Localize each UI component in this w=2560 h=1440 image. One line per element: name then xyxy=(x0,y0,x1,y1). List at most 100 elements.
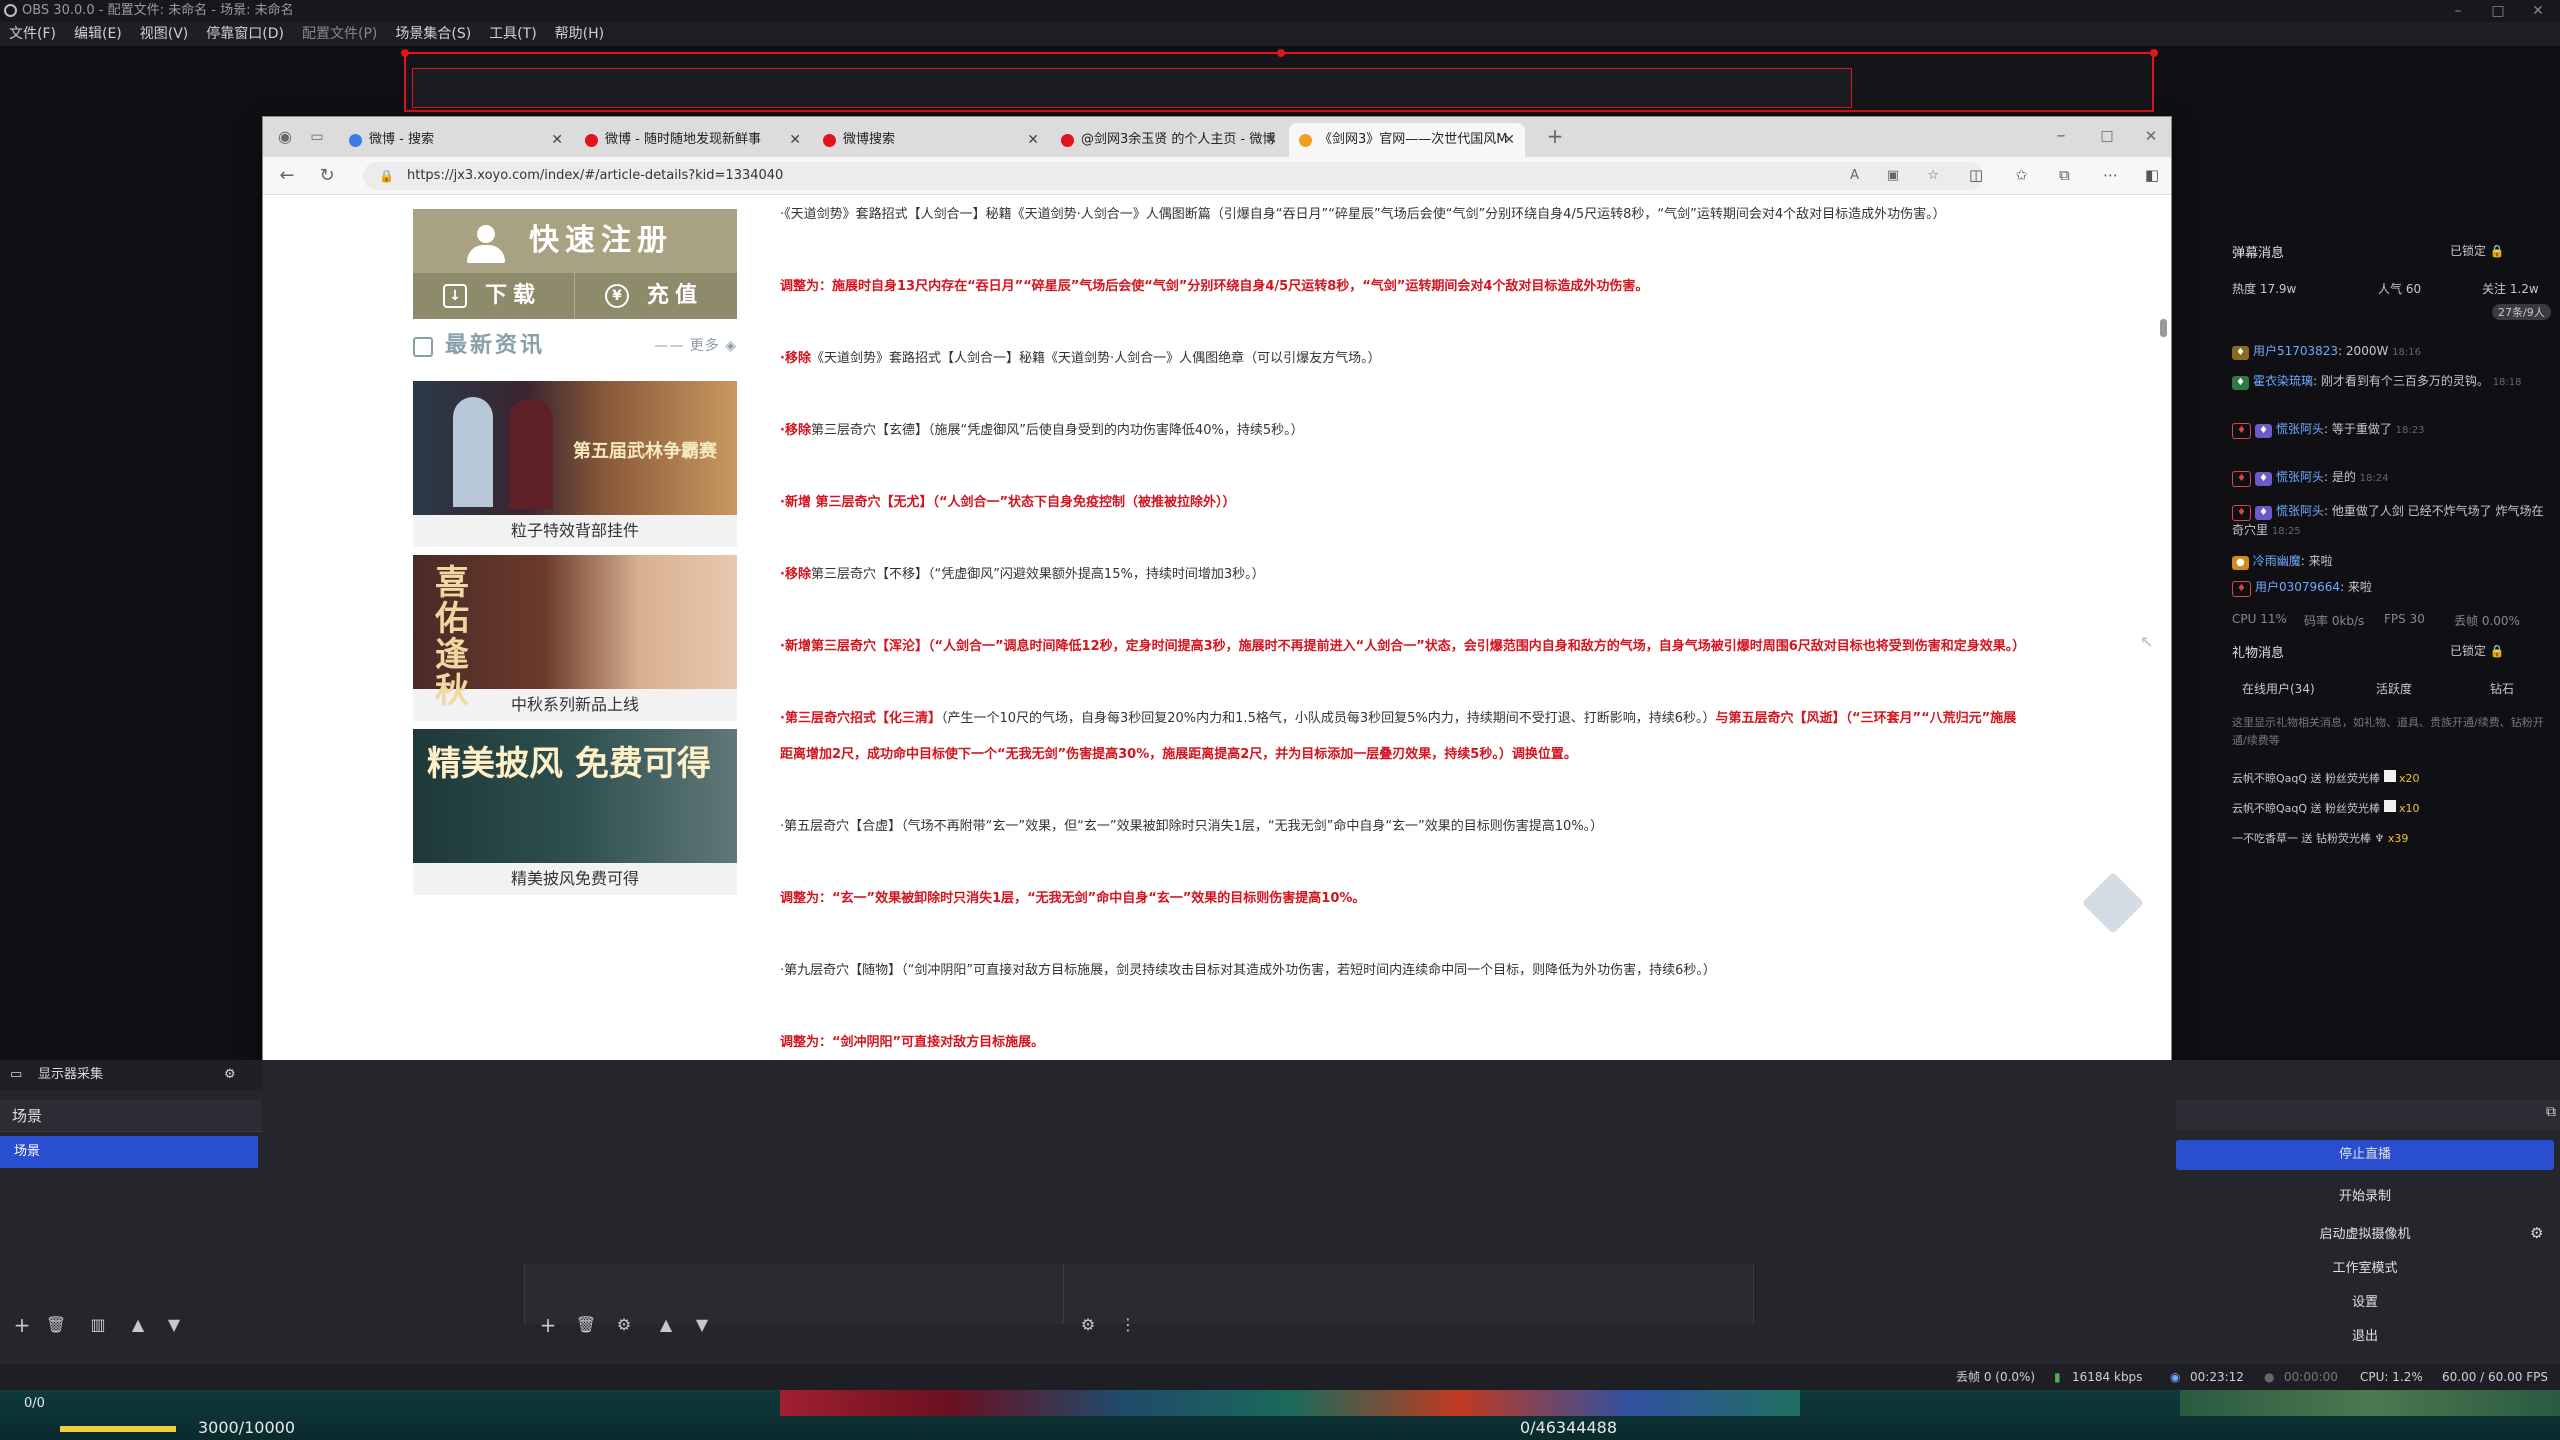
tab-jx3-official[interactable]: 《剑网3》官网——次世代国风M ✕ xyxy=(1289,123,1525,157)
nested-obs-window xyxy=(412,68,1852,108)
minimize-icon[interactable]: – xyxy=(2047,123,2075,149)
gift-lock-status[interactable]: 已锁定 🔒 xyxy=(2450,642,2505,659)
remove-source-icon[interactable]: 🗑 xyxy=(572,1312,600,1340)
collections-icon[interactable]: ⧉ xyxy=(2059,166,2070,184)
recharge-button[interactable]: ¥ 充值 xyxy=(575,273,737,319)
message-count: 27条/9人 xyxy=(2492,304,2551,320)
menu-help[interactable]: 帮助(H) xyxy=(546,22,613,46)
close-icon[interactable]: ✕ xyxy=(2137,123,2165,149)
maximize-icon[interactable]: □ xyxy=(2093,123,2121,149)
tab-activity[interactable]: 活跃度 xyxy=(2376,680,2412,697)
stat-drop: 丢帧 0.00% xyxy=(2454,614,2520,628)
virtual-camera-settings-icon[interactable]: ⚙ xyxy=(2530,1224,2543,1242)
lock-icon: 🔒 xyxy=(379,169,394,183)
back-icon[interactable]: ← xyxy=(273,163,301,189)
maximize-icon[interactable]: □ xyxy=(2478,0,2518,22)
skill-icons[interactable] xyxy=(780,1390,1800,1416)
exp-value: 0/46344488 xyxy=(1520,1418,1618,1437)
page-scrollbar[interactable] xyxy=(2160,319,2167,337)
sidebar-toggle-icon[interactable]: ◧ xyxy=(2145,166,2159,184)
record-time: 00:00:00 xyxy=(2284,1370,2338,1384)
scene-list-item[interactable]: 场景 xyxy=(0,1136,258,1168)
split-screen-icon[interactable]: ◫ xyxy=(1969,166,1983,184)
article-paragraph: ·第九层奇穴【随物】（“剑冲阴阳”可直接对敌方目标施展，剑灵持续攻击目标对其造成… xyxy=(780,963,1716,978)
close-tab-icon[interactable]: ✕ xyxy=(1027,123,1039,157)
menu-tools[interactable]: 工具(T) xyxy=(480,22,545,46)
monitor-icon: ▭ xyxy=(10,1067,23,1082)
chat-line: ● 冷雨幽魔: 来啦 xyxy=(2232,552,2333,570)
tab-online-users[interactable]: 在线用户(34) xyxy=(2242,680,2315,697)
close-tab-icon[interactable]: ✕ xyxy=(1503,123,1515,157)
chat-line: ♦ ♦ 慌张阿头: 是的 18:24 xyxy=(2232,468,2388,487)
mixer-menu-icon[interactable]: ⋮ xyxy=(1114,1312,1142,1340)
quick-register-button[interactable]: 快速注册 xyxy=(413,209,737,273)
menu-profile[interactable]: 配置文件(P) xyxy=(293,22,386,46)
exit-button[interactable]: 退出 xyxy=(2176,1322,2554,1352)
add-source-icon[interactable]: + xyxy=(534,1312,562,1340)
tab-weibo-search[interactable]: 微博 - 搜索 ✕ xyxy=(339,123,573,157)
tab-actions-icon[interactable]: ▭ xyxy=(303,124,331,150)
studio-mode-button[interactable]: 工作室模式 xyxy=(2176,1254,2554,1284)
download-button[interactable]: ↓ 下载 xyxy=(413,273,575,319)
source-up-icon[interactable]: ▲ xyxy=(652,1312,680,1340)
danmaku-lock-status[interactable]: 已锁定 🔒 xyxy=(2450,242,2505,259)
back-to-top-button[interactable] xyxy=(2081,871,2145,935)
weibo-icon xyxy=(823,134,836,147)
obs-window-title: OBS 30.0.0 - 配置文件: 未命名 - 场景: 未命名 xyxy=(22,3,294,18)
more-menu-icon[interactable]: ⋯ xyxy=(2103,166,2118,184)
source-down-icon[interactable]: ▼ xyxy=(688,1312,716,1340)
chat-line: ♦ ♦ 慌张阿头: 等于重做了 18:23 xyxy=(2232,420,2424,439)
recursive-preview-thumbnail xyxy=(404,52,2154,112)
tab-weibo-profile[interactable]: @剑网3余玉贤 的个人主页 - 微博 ✕ xyxy=(1051,123,1287,157)
menu-scene-collection[interactable]: 场景集合(S) xyxy=(386,22,480,46)
system-icons[interactable] xyxy=(2180,1390,2560,1416)
close-icon[interactable]: ✕ xyxy=(2518,0,2558,22)
settings-gear-icon[interactable]: ⚙ xyxy=(224,1060,236,1090)
remove-scene-icon[interactable]: 🗑 xyxy=(42,1312,70,1340)
move-up-icon[interactable]: ▲ xyxy=(124,1312,152,1340)
close-tab-icon[interactable]: ✕ xyxy=(551,123,563,157)
new-tab-icon[interactable]: + xyxy=(1541,123,1569,149)
favorite-star-icon[interactable]: ☆ xyxy=(1927,162,1939,190)
news-card[interactable]: 精美披风 免费可得 精美披风免费可得 xyxy=(413,729,737,895)
start-recording-button[interactable]: 开始录制 xyxy=(2176,1182,2554,1212)
register-banner[interactable]: 快速注册 ↓ 下载 ¥ 充值 xyxy=(413,209,737,319)
undock-icon[interactable]: ⧉ xyxy=(2546,1104,2556,1120)
source-name[interactable]: 显示器采集 xyxy=(38,1067,103,1082)
menu-edit[interactable]: 编辑(E) xyxy=(65,22,131,46)
tab-diamond[interactable]: 钻石 xyxy=(2490,680,2514,697)
obs-title-bar: OBS 30.0.0 - 配置文件: 未命名 - 场景: 未命名 – □ ✕ xyxy=(0,0,2560,22)
url-field[interactable]: 🔒 https://jx3.xoyo.com/index/#/article-d… xyxy=(363,162,1983,190)
move-down-icon[interactable]: ▼ xyxy=(160,1312,188,1340)
start-virtual-camera-button[interactable]: 启动虚拟摄像机 xyxy=(2176,1220,2554,1250)
news-card[interactable]: 喜佑逢秋 中秋系列新品上线 xyxy=(413,555,737,721)
user-icon xyxy=(465,225,505,263)
close-tab-icon[interactable]: ✕ xyxy=(789,123,801,157)
favorites-icon[interactable]: ✩ xyxy=(2015,166,2028,184)
scenes-dock-header: 场景 xyxy=(0,1100,262,1132)
scene-filter-icon[interactable]: ▥ xyxy=(84,1312,112,1340)
read-aloud-icon[interactable]: A xyxy=(1850,162,1859,190)
source-properties-icon[interactable]: ⚙ xyxy=(610,1312,638,1340)
stop-streaming-button[interactable]: 停止直播 xyxy=(2176,1140,2554,1170)
menu-docks[interactable]: 停靠窗口(D) xyxy=(197,22,293,46)
chat-line: ♦ 霍衣染琉璃: 刚才看到有个三百多万的灵钩。 18:18 xyxy=(2232,372,2550,392)
news-card[interactable]: 第五届武林争霸赛 粒子特效背部挂件 xyxy=(413,381,737,547)
news-caption: 粒子特效背部挂件 xyxy=(510,521,639,540)
settings-button[interactable]: 设置 xyxy=(2176,1288,2554,1318)
mixer-settings-icon[interactable]: ⚙ xyxy=(1074,1312,1102,1340)
bitrate: 16184 kbps xyxy=(2072,1370,2143,1384)
profile-icon[interactable]: ◉ xyxy=(271,124,299,150)
minimize-icon[interactable]: – xyxy=(2438,0,2478,22)
more-link[interactable]: —— 更多 ◈ xyxy=(654,327,737,365)
tab-weibo-home[interactable]: 微博 - 随时随地发现新鲜事 ✕ xyxy=(575,123,811,157)
article-paragraph: ·《天道剑势》套路招式【人剑合一】秘籍《天道剑势·人剑合一》人偶图断篇（引爆自身… xyxy=(780,207,1946,222)
tab-weibo-search-2[interactable]: 微博搜索 ✕ xyxy=(813,123,1049,157)
article-paragraph: ·移除《天道剑势》套路招式【人剑合一】秘籍《天道剑势·人剑合一》人偶图绝章（可以… xyxy=(780,351,1381,366)
menu-view[interactable]: 视图(V) xyxy=(131,22,198,46)
add-scene-icon[interactable]: + xyxy=(8,1312,36,1340)
immersive-reader-icon[interactable]: ▣ xyxy=(1887,162,1899,190)
refresh-icon[interactable]: ↻ xyxy=(313,163,341,189)
menu-file[interactable]: 文件(F) xyxy=(0,22,65,46)
close-tab-icon[interactable]: ✕ xyxy=(1265,123,1277,157)
